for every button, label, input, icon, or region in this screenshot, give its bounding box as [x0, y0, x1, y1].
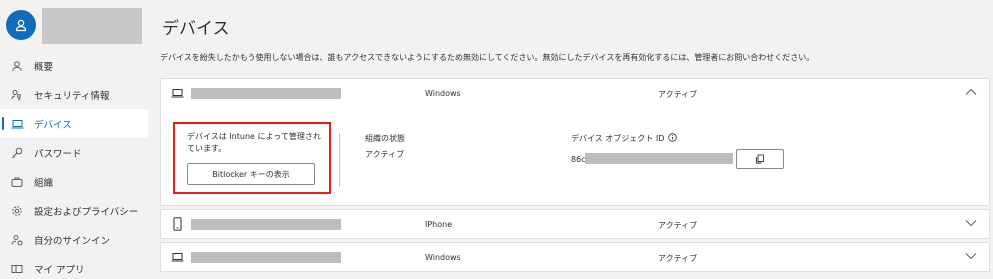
info-icon[interactable] — [668, 133, 678, 144]
device-card[interactable]: IPhone アクティブ — [160, 209, 990, 239]
sidebar-item-devices[interactable]: デバイス — [0, 109, 148, 138]
redacted-user-name — [42, 8, 142, 44]
sidebar-item-label: 組織 — [34, 177, 54, 189]
device-details: デバイスは Intune によって管理されています。 Bitlocker キーの… — [161, 109, 989, 194]
object-id-label: デバイス オブジェクト ID — [571, 134, 665, 143]
key-icon — [10, 146, 24, 160]
sidebar-item-organizations[interactable]: 組織 — [0, 167, 148, 196]
sidebar-item-label: マイ アプリ — [34, 264, 85, 276]
sidebar-item-settings-privacy[interactable]: 設定およびプライバシー — [0, 196, 148, 225]
chevron-down-icon[interactable] — [965, 252, 977, 263]
briefcase-icon — [10, 175, 24, 189]
sidebar-item-label: デバイス — [34, 119, 72, 131]
person-icon — [15, 19, 27, 32]
object-id-value: 86c — [571, 155, 586, 164]
sidebar-item-overview[interactable]: 概要 — [0, 51, 148, 80]
sidebar-nav: 概要 セキュリティ情報 デバイス パスワード 組織 設定およびプライバシー 自分… — [0, 51, 148, 279]
sidebar-item-my-apps[interactable]: マイ アプリ — [0, 254, 148, 279]
redacted-device-name — [191, 252, 341, 263]
redacted-device-name — [191, 88, 341, 99]
vertical-divider — [339, 133, 340, 187]
avatar[interactable] — [6, 10, 36, 40]
device-os: IPhone — [425, 220, 453, 229]
sidebar-item-label: 概要 — [34, 61, 54, 73]
sidebar-item-label: 設定およびプライバシー — [34, 206, 139, 218]
key-person-icon — [10, 88, 24, 102]
person-icon — [10, 59, 24, 73]
sidebar-item-password[interactable]: パスワード — [0, 138, 148, 167]
device-os: Windows — [425, 253, 461, 262]
device-card-expanded: Windows アクティブ デバイスは Intune によって管理されています。… — [160, 78, 990, 206]
org-state-label: 組織の状態 — [365, 134, 405, 143]
object-id-label-group: デバイス オブジェクト ID — [571, 133, 678, 144]
laptop-icon — [10, 117, 24, 131]
device-row-header[interactable]: IPhone アクティブ — [161, 210, 989, 240]
device-card[interactable]: Windows アクティブ — [160, 242, 990, 272]
copy-object-id-button[interactable] — [736, 149, 784, 169]
sidebar: 概要 セキュリティ情報 デバイス パスワード 組織 設定およびプライバシー 自分… — [0, 0, 148, 279]
intune-managed-text: デバイスは Intune によって管理されています。 — [187, 132, 321, 153]
gear-icon — [10, 204, 24, 218]
redacted-device-name — [191, 219, 341, 230]
device-row-header[interactable]: Windows アクティブ — [161, 79, 989, 109]
chevron-up-icon[interactable] — [965, 88, 977, 99]
device-status: アクティブ — [658, 221, 698, 230]
chevron-down-icon[interactable] — [965, 219, 977, 230]
device-status: アクティブ — [658, 254, 698, 263]
device-row-header[interactable]: Windows アクティブ — [161, 243, 989, 273]
sidebar-item-label: 自分のサインイン — [34, 235, 111, 247]
sidebar-item-my-signins[interactable]: 自分のサインイン — [0, 225, 148, 254]
apps-icon — [10, 262, 24, 276]
redacted-object-id — [585, 153, 733, 164]
sidebar-item-security-info[interactable]: セキュリティ情報 — [0, 80, 148, 109]
sidebar-item-label: パスワード — [34, 148, 82, 160]
phone-icon — [173, 217, 182, 234]
device-status: アクティブ — [658, 90, 698, 99]
laptop-icon — [171, 87, 184, 102]
copy-icon — [756, 154, 764, 164]
device-os: Windows — [425, 89, 461, 98]
laptop-icon — [171, 251, 184, 266]
view-bitlocker-key-button[interactable]: Bitlocker キーの表示 — [187, 163, 315, 185]
person-signin-icon — [10, 233, 24, 247]
sidebar-item-label: セキュリティ情報 — [34, 90, 110, 102]
page-description: デバイスを紛失したかもう使用しない場合は、誰もアクセスできないようにするため無効… — [160, 53, 815, 62]
profile-header[interactable] — [6, 8, 142, 44]
org-state-value: アクティブ — [365, 150, 405, 159]
page-title: デバイス — [162, 19, 230, 39]
